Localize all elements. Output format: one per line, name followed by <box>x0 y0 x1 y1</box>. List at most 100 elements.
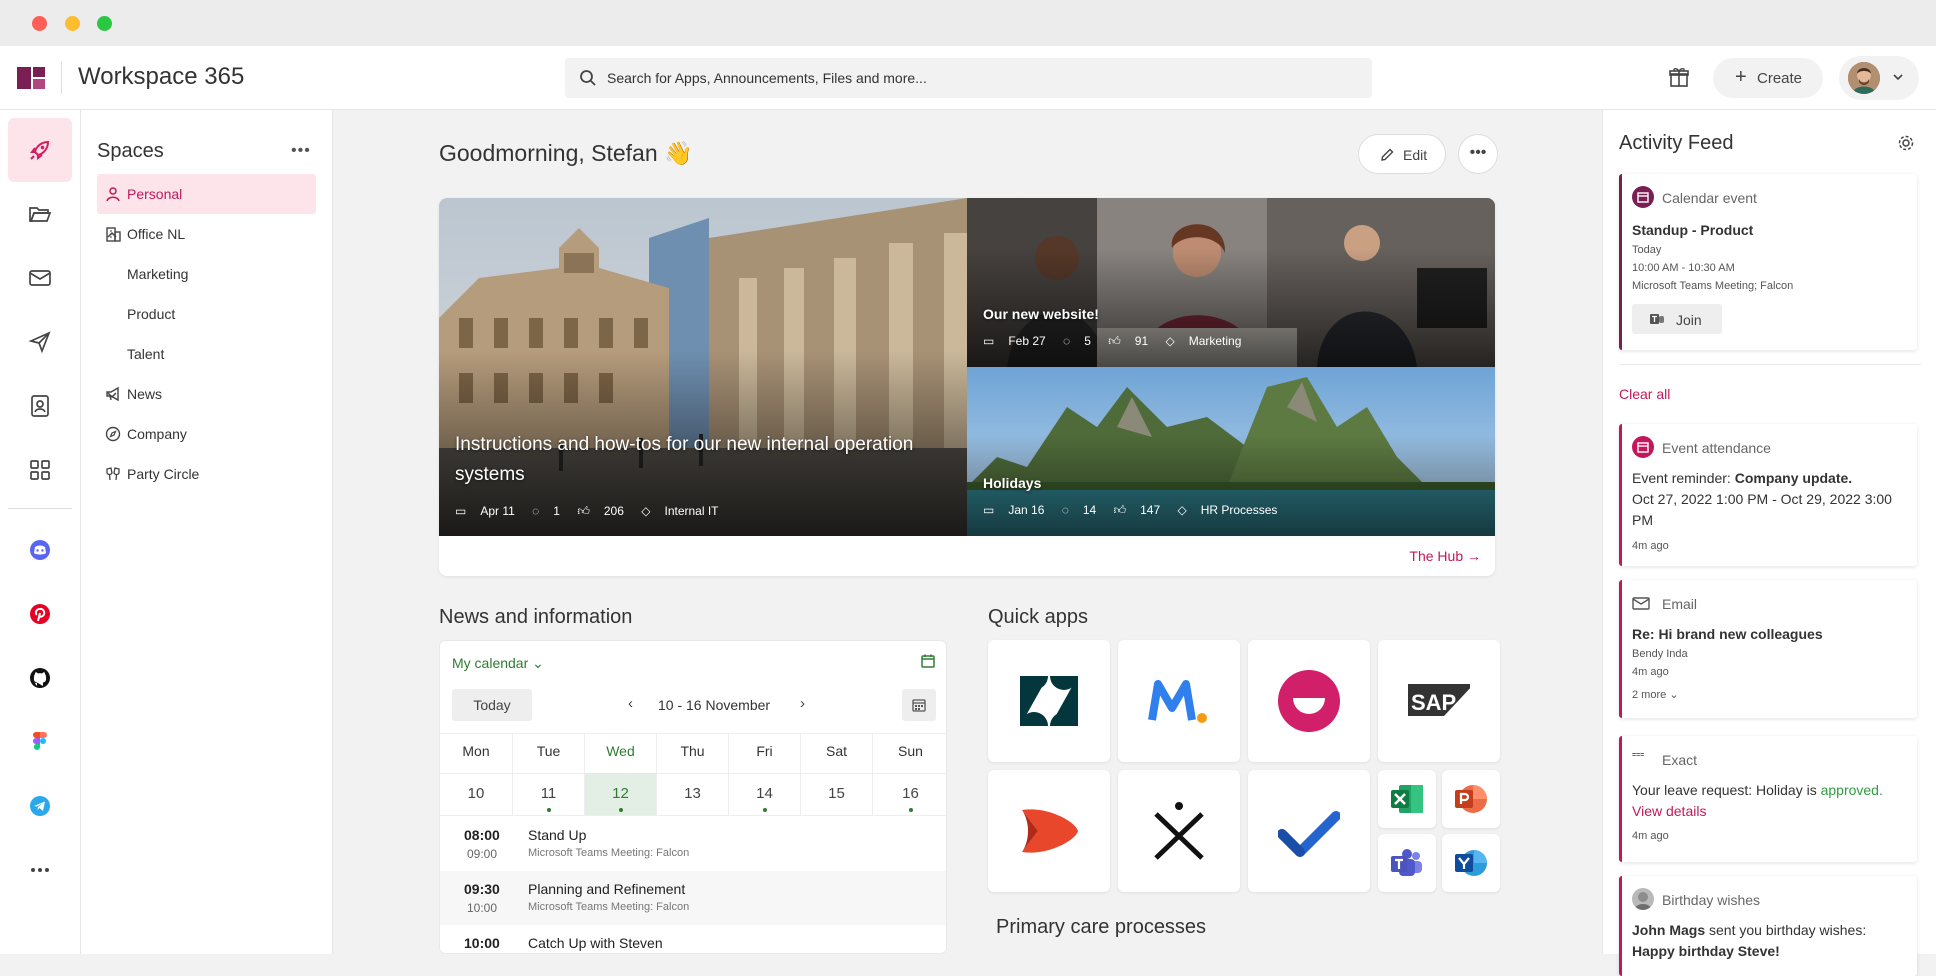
close-window-button[interactable] <box>32 16 47 31</box>
visma-icon <box>1022 809 1078 853</box>
day-column-selected[interactable]: Wed 12 <box>584 733 657 815</box>
app-window: Workspace 365 Search for Apps, Announcem… <box>0 0 1936 976</box>
space-item-company[interactable]: Company <box>97 414 316 454</box>
space-item-personal[interactable]: Personal <box>97 174 316 214</box>
teams-app-tile[interactable] <box>1378 834 1436 892</box>
week-range: 10 - 16 November <box>658 697 771 713</box>
rail-apps-button[interactable] <box>8 438 72 502</box>
person-icon <box>106 187 120 202</box>
leave-request-text: Your leave request: Holiday is approved. <box>1632 782 1883 798</box>
search-input[interactable]: Search for Apps, Announcements, Files an… <box>565 58 1372 98</box>
view-details-link[interactable]: View details <box>1632 803 1706 819</box>
calendar-icon: ▭ <box>983 334 995 348</box>
calendar-event[interactable]: 08:00 09:00 Stand Up Microsoft Teams Mee… <box>440 817 946 871</box>
hero-main-title: Instructions and how-tos for our new int… <box>455 434 914 485</box>
day-column[interactable]: Sun 16 <box>872 733 946 815</box>
rail-discord-button[interactable] <box>8 518 72 582</box>
space-item-product[interactable]: Product <box>97 294 316 334</box>
day-column[interactable]: Fri 14 <box>728 733 800 815</box>
visma-app-tile[interactable] <box>988 770 1110 892</box>
gift-icon[interactable] <box>1668 66 1690 88</box>
mentimeter-app-tile[interactable] <box>1248 640 1370 762</box>
feed-card-calendar-event[interactable]: Calendar event Standup - Product Today 1… <box>1619 174 1917 350</box>
yammer-app-tile[interactable] <box>1442 834 1500 892</box>
hero-website-title: Our new website! <box>983 306 1099 322</box>
rail-github-button[interactable] <box>8 646 72 710</box>
send-icon <box>28 331 51 354</box>
chevron-down-icon <box>1893 74 1903 81</box>
zendesk-app-tile[interactable] <box>988 640 1110 762</box>
hero-article-main[interactable]: Instructions and how-tos for our new int… <box>439 198 967 536</box>
day-column[interactable]: Tue 11 <box>512 733 584 815</box>
space-item-talent[interactable]: Talent <box>97 334 316 374</box>
activity-feed-panel: Activity Feed Calendar event Standup - P… <box>1602 110 1936 976</box>
feed-card-birthday[interactable]: Birthday wishes John Mags sent you birth… <box>1619 876 1917 976</box>
rail-more-button[interactable] <box>8 838 72 902</box>
next-week-button[interactable]: › <box>800 695 805 712</box>
powerpoint-app-tile[interactable] <box>1442 770 1500 828</box>
rail-contacts-button[interactable] <box>8 374 72 438</box>
rail-figma-button[interactable] <box>8 710 72 774</box>
minimize-window-button[interactable] <box>65 16 80 31</box>
feed-card-type: Event attendance <box>1662 440 1771 456</box>
microsoft-todo-app-tile[interactable] <box>1248 770 1370 892</box>
space-item-news[interactable]: News <box>97 374 316 414</box>
the-hub-link[interactable]: The Hub → <box>1409 548 1481 564</box>
divider <box>1619 364 1921 365</box>
calendar-view-button[interactable] <box>902 689 936 721</box>
user-menu-button[interactable] <box>1839 56 1919 100</box>
show-more-button[interactable]: 2 more ⌄ <box>1632 688 1679 701</box>
day-column[interactable]: Sat 15 <box>800 733 872 815</box>
ixpert-app-tile[interactable] <box>1118 770 1240 892</box>
rail-mail-button[interactable] <box>8 246 72 310</box>
app-logo-icon[interactable] <box>17 67 45 89</box>
comment-icon: ◌ <box>1063 334 1071 348</box>
event-start: 08:00 <box>464 827 500 843</box>
clear-all-link[interactable]: Clear all <box>1619 386 1670 402</box>
reminder-prefix: Event reminder: <box>1632 470 1731 486</box>
calendar-icon[interactable] <box>920 653 936 669</box>
feed-card-event-attendance[interactable]: Event attendance Event reminder: Company… <box>1619 424 1917 566</box>
calendar-event[interactable]: 10:00 Catch Up with Steven <box>440 925 946 953</box>
hero-article-website[interactable]: Our new website! ▭ Feb 27 ◌ 5 👍︎ 91 ◇ Market… <box>967 198 1495 367</box>
rail-files-button[interactable] <box>8 182 72 246</box>
maximize-window-button[interactable] <box>97 16 112 31</box>
chevron-up-icon[interactable] <box>105 228 119 242</box>
rail-send-button[interactable] <box>8 310 72 374</box>
powerpoint-icon <box>1455 785 1487 813</box>
create-button[interactable]: + Create <box>1713 58 1823 98</box>
rail-telegram-button[interactable] <box>8 774 72 838</box>
rail-pinterest-button[interactable] <box>8 582 72 646</box>
chevron-down-icon[interactable] <box>105 388 119 402</box>
space-item-office-nl[interactable]: Office NL <box>97 214 316 254</box>
gear-icon[interactable] <box>1897 134 1915 152</box>
edit-button[interactable]: Edit <box>1358 134 1446 174</box>
spaces-more-button[interactable]: ••• <box>291 142 311 160</box>
calendar-icon: ▭ <box>455 504 467 518</box>
activity-feed-title: Activity Feed <box>1619 132 1734 154</box>
page-more-button[interactable]: ••• <box>1458 134 1498 174</box>
compass-icon <box>105 426 121 442</box>
approved-status: approved. <box>1820 782 1883 798</box>
feed-card-location: Microsoft Teams Meeting; Falcon <box>1632 280 1794 292</box>
space-item-party-circle[interactable]: Party Circle <box>97 454 316 494</box>
join-meeting-button[interactable]: Join <box>1632 304 1722 334</box>
feed-card-exact[interactable]: === Exact Your leave request: Holiday is… <box>1619 736 1917 862</box>
excel-app-tile[interactable] <box>1378 770 1436 828</box>
previous-week-button[interactable]: ‹ <box>628 695 633 712</box>
calendar-selector[interactable]: My calendar ⌄ <box>452 655 544 672</box>
day-column[interactable]: Thu 13 <box>656 733 728 815</box>
monday-app-tile[interactable] <box>1118 640 1240 762</box>
event-location: Microsoft Teams Meeting: Falcon <box>528 847 690 859</box>
space-item-marketing[interactable]: Marketing <box>97 254 316 294</box>
day-date: 11 <box>540 785 557 802</box>
space-label: News <box>127 386 163 402</box>
sap-app-tile[interactable]: SAP <box>1378 640 1500 762</box>
feed-card-email[interactable]: Email Re: Hi brand new colleagues Bendy … <box>1619 580 1917 718</box>
feed-card-day: Today <box>1632 244 1662 256</box>
calendar-event[interactable]: 09:30 10:00 Planning and Refinement Micr… <box>440 871 946 925</box>
day-column[interactable]: Mon 10 <box>440 733 512 815</box>
hero-article-holidays[interactable]: Holidays ▭ Jan 16 ◌ 14 👍︎ 147 ◇ HR Processes <box>967 367 1495 536</box>
rail-launchpad-button[interactable] <box>8 118 72 182</box>
today-button[interactable]: Today <box>452 689 532 721</box>
